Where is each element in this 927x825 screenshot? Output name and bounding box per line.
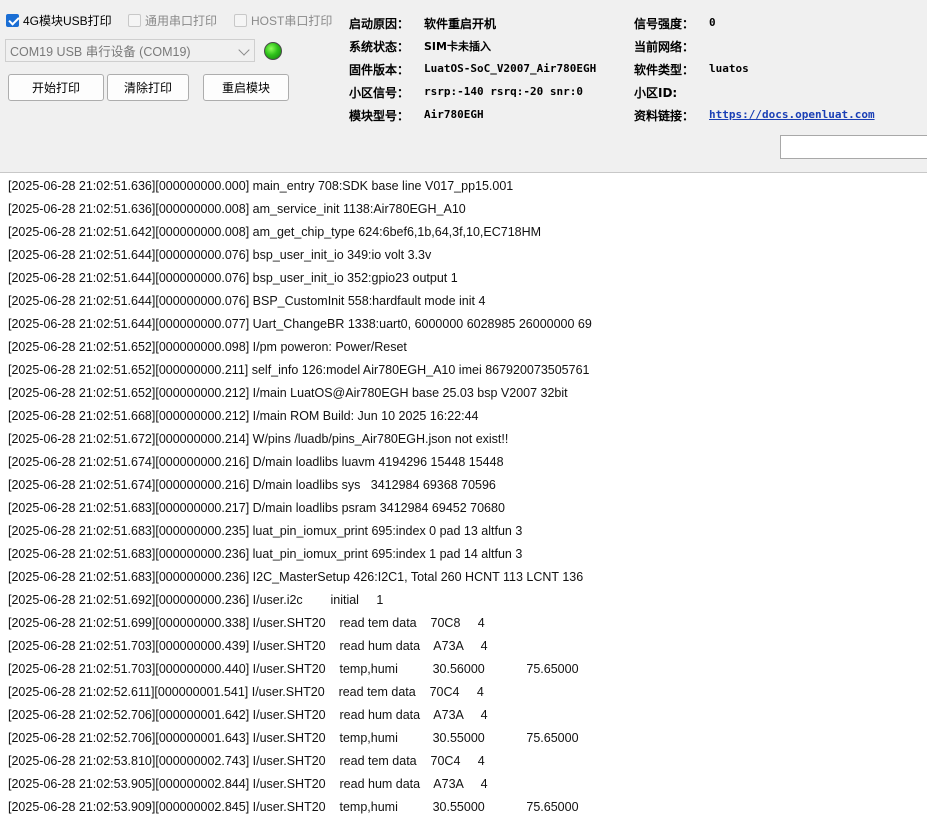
checkbox-unchecked-icon[interactable]	[234, 13, 247, 27]
log-line: [2025-06-28 21:02:52.706][000000001.642]…	[8, 708, 488, 722]
log-line: [2025-06-28 21:02:53.909][000000002.845]…	[8, 800, 579, 814]
system-status-value: SIM卡未插入	[424, 40, 491, 53]
log-line: [2025-06-28 21:02:51.644][000000000.076]…	[8, 248, 432, 262]
log-line: [2025-06-28 21:02:53.810][000000002.743]…	[8, 754, 485, 768]
signal-strength-label: 信号强度：	[634, 17, 695, 31]
checkbox-unchecked-icon[interactable]	[128, 13, 141, 27]
log-line: [2025-06-28 21:02:51.644][000000000.077]…	[8, 317, 592, 331]
boot-reason-label: 启动原因：	[349, 17, 410, 31]
log-line: [2025-06-28 21:02:51.674][000000000.216]…	[8, 455, 504, 469]
log-line: [2025-06-28 21:02:51.683][000000000.236]…	[8, 570, 584, 584]
log-line: [2025-06-28 21:02:51.692][000000000.236]…	[8, 593, 384, 607]
log-line: [2025-06-28 21:02:51.644][000000000.076]…	[8, 271, 458, 285]
log-line: [2025-06-28 21:02:52.706][000000001.643]…	[8, 731, 579, 745]
log-line: [2025-06-28 21:02:51.642][000000000.008]…	[8, 225, 542, 239]
clear-print-button[interactable]: 清除打印	[107, 74, 189, 101]
cell-signal-value: rsrp:-140 rsrq:-20 snr:0	[424, 85, 583, 98]
log-line: [2025-06-28 21:02:51.652][000000000.212]…	[8, 386, 568, 400]
usb-print-label: 4G模块USB打印	[23, 13, 112, 28]
firmware-value: LuatOS-SoC_V2007_Air780EGH	[424, 62, 597, 75]
log-line: [2025-06-28 21:02:51.674][000000000.216]…	[8, 478, 496, 492]
software-type-label: 软件类型：	[634, 63, 695, 77]
cell-signal-label: 小区信号：	[349, 86, 410, 100]
host-print-label: HOST串口打印	[251, 13, 333, 28]
log-line: [2025-06-28 21:02:53.905][000000002.844]…	[8, 777, 488, 791]
connection-status-led-icon	[264, 42, 282, 60]
start-print-button[interactable]: 开始打印	[8, 74, 104, 101]
log-line: [2025-06-28 21:02:51.644][000000000.076]…	[8, 294, 486, 308]
port-select-value: COM19 USB 串行设备 (COM19)	[10, 45, 191, 59]
cell-id-label: 小区ID:	[634, 86, 678, 100]
module-model-value: Air780EGH	[424, 108, 484, 121]
chevron-down-icon[interactable]	[238, 44, 250, 56]
software-type-value: luatos	[709, 62, 749, 75]
log-line: [2025-06-28 21:02:51.636][000000000.008]…	[8, 202, 466, 216]
log-line: [2025-06-28 21:02:51.683][000000000.217]…	[8, 501, 505, 515]
uart-print-label: 通用串口打印	[145, 13, 218, 28]
log-line: [2025-06-28 21:02:52.611][000000001.541]…	[8, 685, 484, 699]
log-line: [2025-06-28 21:02:51.703][000000000.440]…	[8, 662, 579, 676]
usb-print-checkbox[interactable]: 4G模块USB打印	[6, 12, 112, 28]
doc-link[interactable]: https://docs.openluat.com	[709, 108, 875, 121]
log-line: [2025-06-28 21:02:51.652][000000000.098]…	[8, 340, 407, 354]
port-select[interactable]: COM19 USB 串行设备 (COM19)	[5, 39, 255, 62]
log-line: [2025-06-28 21:02:51.672][000000000.214]…	[8, 432, 509, 446]
boot-reason-value: 软件重启开机	[424, 17, 497, 31]
system-status-label: 系统状态：	[349, 40, 410, 54]
uart-print-checkbox[interactable]: 通用串口打印	[128, 12, 217, 28]
log-line: [2025-06-28 21:02:51.683][000000000.236]…	[8, 547, 523, 561]
log-output[interactable]: [2025-06-28 21:02:51.636][000000000.000]…	[0, 172, 927, 825]
module-model-label: 模块型号：	[349, 109, 410, 123]
doc-link-label: 资料链接：	[634, 109, 695, 123]
log-line: [2025-06-28 21:02:51.703][000000000.439]…	[8, 639, 488, 653]
log-line: [2025-06-28 21:02:51.668][000000000.212]…	[8, 409, 479, 423]
signal-strength-value: 0	[709, 16, 716, 29]
current-network-label: 当前网络：	[634, 40, 695, 54]
restart-module-button[interactable]: 重启模块	[203, 74, 289, 101]
search-input[interactable]	[780, 135, 927, 159]
log-line: [2025-06-28 21:02:51.683][000000000.235]…	[8, 524, 523, 538]
log-line: [2025-06-28 21:02:51.652][000000000.211]…	[8, 363, 590, 377]
host-print-checkbox[interactable]: HOST串口打印	[234, 12, 332, 28]
checkbox-checked-icon[interactable]	[6, 13, 19, 27]
control-panel: 4G模块USB打印 通用串口打印 HOST串口打印 COM19 USB 串行设备…	[0, 0, 927, 172]
firmware-label: 固件版本：	[349, 63, 410, 77]
log-line: [2025-06-28 21:02:51.636][000000000.000]…	[8, 179, 514, 193]
log-line: [2025-06-28 21:02:51.699][000000000.338]…	[8, 616, 485, 630]
